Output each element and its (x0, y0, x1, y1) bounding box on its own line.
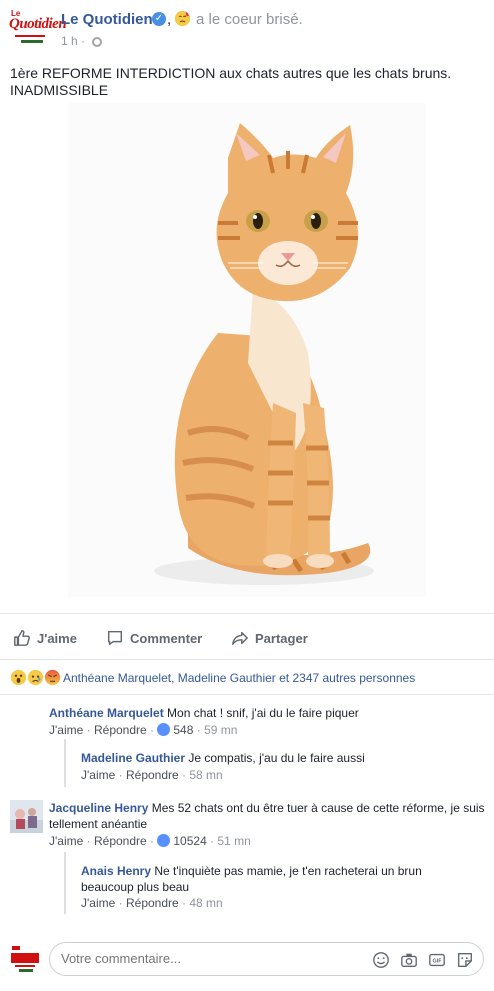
like-button-label: J'aime (37, 630, 77, 646)
sticker-icon[interactable] (456, 951, 474, 969)
page-logo[interactable]: Le Quotidien (9, 8, 67, 50)
post-header: Le Quotidien Le Quotidien ✓ , a le coeur… (0, 0, 494, 56)
like-button[interactable]: J'aime (13, 628, 77, 648)
angry-icon (44, 669, 61, 686)
globe-icon[interactable] (92, 37, 102, 47)
comment-like-count[interactable]: 548 (173, 723, 193, 737)
reactions-summary[interactable]: Anthéane Marquelet, Madeline Gauthier et… (0, 659, 494, 695)
reply-item: Anais Henry Ne t'inquiète pas mamie, je … (81, 863, 441, 895)
feeling-text: a le coeur brisé. (196, 11, 303, 28)
like-count-icon (157, 834, 171, 847)
reply-thread-line (64, 739, 66, 787)
comment-meta: J'aime · Répondre · 10524 · 51 mn (49, 834, 251, 848)
comment-time[interactable]: 51 mn (217, 834, 250, 848)
comment-bubble-icon (107, 630, 123, 646)
kitten-photo[interactable] (68, 103, 426, 597)
comment-button-label: Commenter (130, 630, 203, 646)
comment-meta: J'aime · Répondre · 548 · 59 mn (49, 723, 238, 737)
meta-separator: · (81, 34, 85, 48)
logo-rule (15, 35, 45, 37)
composer-page-avatar[interactable] (9, 943, 41, 975)
page-logo-small (9, 943, 41, 975)
comment-time[interactable]: 59 mn (204, 723, 237, 737)
reply-thread-line (64, 852, 66, 914)
camera-icon[interactable] (400, 951, 418, 969)
comment-reply-link[interactable]: Répondre (94, 723, 147, 737)
logo-stripe (21, 40, 43, 43)
page-name-link[interactable]: Le Quotidien (61, 11, 153, 28)
reaction-icons (10, 669, 61, 686)
comment-text: Je compatis, j'au du le faire aussi (188, 751, 365, 765)
post-timestamp[interactable]: 1 h (61, 34, 78, 48)
comment-reply-link[interactable]: Répondre (126, 896, 179, 910)
comment-text: Mon chat ! snif, j'ai du le faire piquer (167, 706, 359, 720)
comment-button[interactable]: Commenter (106, 628, 202, 648)
comment-meta: J'aime · Répondre · 58 mn (81, 768, 223, 782)
svg-text:GIF: GIF (433, 959, 443, 965)
comment-like-link[interactable]: J'aime (81, 768, 115, 782)
share-button[interactable]: Partager (231, 628, 308, 648)
comment-reply-link[interactable]: Répondre (94, 834, 147, 848)
commenter-avatar[interactable] (10, 800, 43, 833)
like-count-icon (157, 723, 171, 736)
comment-author[interactable]: Anthéane Marquelet (49, 706, 164, 720)
comment-like-link[interactable]: J'aime (49, 834, 83, 848)
comment-like-link[interactable]: J'aime (49, 723, 83, 737)
wow-icon (10, 669, 27, 686)
comment-like-link[interactable]: J'aime (81, 896, 115, 910)
sad-icon (27, 669, 44, 686)
post-action-bar: J'aime Commenter Partager (0, 613, 494, 659)
comment-item: Anthéane Marquelet Mon chat ! snif, j'ai… (49, 705, 479, 721)
comment-author[interactable]: Anais Henry (81, 864, 151, 878)
gif-icon[interactable]: GIF (428, 951, 446, 969)
comment-reply-link[interactable]: Répondre (126, 768, 179, 782)
post-text: 1ère REFORME INTERDICTION aux chats autr… (10, 65, 452, 98)
logo-text-main: Quotidien (9, 16, 67, 32)
reply-item: Madeline Gauthier Je compatis, j'au du l… (81, 750, 481, 766)
comment-time[interactable]: 58 mn (189, 768, 222, 782)
comment-time[interactable]: 48 mn (189, 896, 222, 910)
verified-badge-icon: ✓ (152, 12, 166, 26)
thumbs-up-icon (14, 630, 30, 646)
share-arrow-icon (232, 631, 248, 646)
share-button-label: Partager (255, 630, 308, 646)
comment-author[interactable]: Jacqueline Henry (49, 801, 148, 815)
comment-item: Jacqueline Henry Mes 52 chats ont du êtr… (49, 800, 489, 832)
heartbroken-emoji-icon (174, 10, 191, 27)
comment-composer[interactable]: GIF (49, 942, 484, 976)
emoji-icon[interactable] (372, 951, 390, 969)
comment-input[interactable] (61, 951, 361, 966)
reactions-summary-text[interactable]: Anthéane Marquelet, Madeline Gauthier et… (63, 671, 415, 685)
feeling-separator: , (167, 11, 172, 28)
comment-like-count[interactable]: 10524 (173, 834, 206, 848)
comment-meta: J'aime · Répondre · 48 mn (81, 896, 223, 910)
comment-author[interactable]: Madeline Gauthier (81, 751, 185, 765)
